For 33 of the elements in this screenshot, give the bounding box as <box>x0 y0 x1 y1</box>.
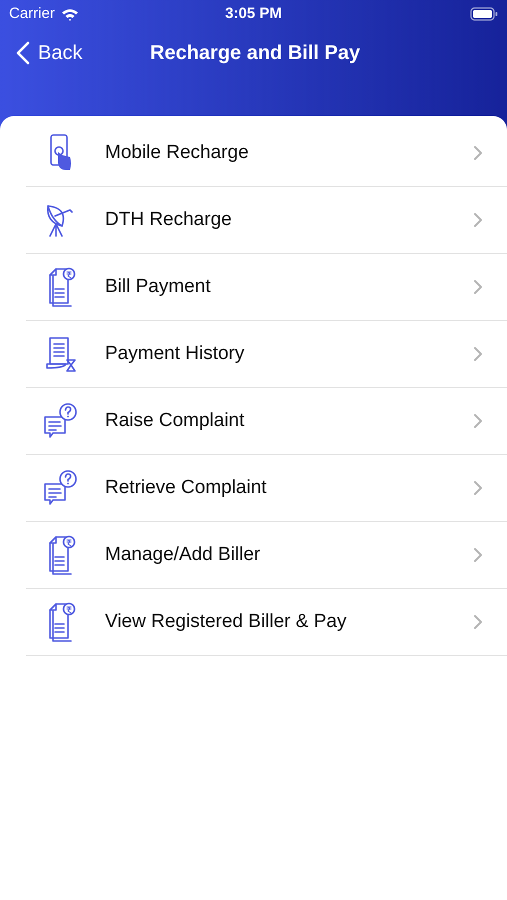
battery-icon <box>470 7 498 21</box>
chevron-right-icon <box>473 346 483 362</box>
menu-item-label: Mobile Recharge <box>105 140 250 165</box>
chevron-right-icon <box>473 614 483 630</box>
menu-item-label: Retrieve Complaint <box>105 476 268 500</box>
menu-item[interactable]: DTH Recharge <box>26 187 507 254</box>
menu-item-label: Bill Payment <box>105 274 212 299</box>
chevron-right-icon <box>473 145 483 161</box>
back-button[interactable]: Back <box>0 38 82 68</box>
help-chat-icon <box>41 401 79 441</box>
status-time: 3:05 PM <box>225 4 282 24</box>
chevron-right-icon <box>473 547 483 563</box>
chevron-right-icon <box>473 279 483 295</box>
chevron-right-icon <box>473 480 483 496</box>
menu-item-label: View Registered Biller & Pay <box>105 610 348 634</box>
menu-item[interactable]: Raise Complaint <box>26 388 507 455</box>
wifi-icon <box>60 8 79 20</box>
carrier-label: Carrier <box>9 4 55 24</box>
chevron-left-icon <box>16 41 30 65</box>
menu-item[interactable]: Mobile Recharge <box>26 120 507 187</box>
help-chat-icon <box>41 468 79 508</box>
menu-item-label: Payment History <box>105 342 246 366</box>
menu-item[interactable]: Bill Payment <box>26 254 507 321</box>
menu-item[interactable]: Manage/Add Biller <box>26 522 507 589</box>
menu-item[interactable]: Payment History <box>26 321 507 388</box>
menu-item[interactable]: View Registered Biller & Pay <box>26 589 507 656</box>
menu-item[interactable]: Retrieve Complaint <box>26 455 507 522</box>
menu-item-label: DTH Recharge <box>105 208 233 232</box>
chevron-right-icon <box>473 413 483 429</box>
menu-item-label: Manage/Add Biller <box>105 542 262 567</box>
screen-title: Recharge and Bill Pay <box>150 41 360 66</box>
chevron-right-icon <box>473 212 483 228</box>
menu-item-label: Raise Complaint <box>105 408 246 433</box>
